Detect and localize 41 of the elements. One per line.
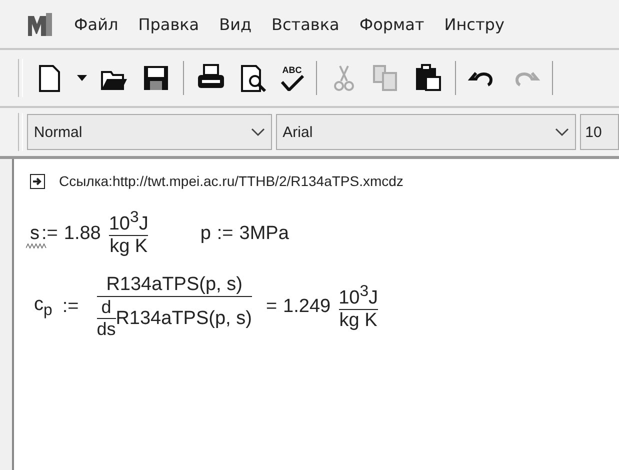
define-operator: :=: [42, 222, 58, 245]
derivative-numerator: d: [101, 297, 112, 318]
define-operator: :=: [62, 296, 79, 318]
menu-item[interactable]: Правка: [138, 14, 200, 34]
numeric-result: 1.249: [283, 296, 331, 318]
variable-name: p: [200, 222, 211, 245]
toolbar-button[interactable]: [413, 63, 443, 93]
caret-icon: [77, 75, 87, 81]
style-dropdown[interactable]: Normal: [26, 114, 272, 150]
new-menu-button[interactable]: [77, 75, 87, 81]
menu-item[interactable]: Вид: [219, 14, 252, 34]
variable-name: s: [30, 222, 40, 244]
font-size-dropdown[interactable]: 10: [580, 114, 619, 150]
chevron-icon: [250, 127, 265, 137]
derivative-denominator: ds: [96, 319, 116, 340]
unit-denominator: kg K: [110, 236, 148, 258]
font-dropdown[interactable]: Arial: [276, 114, 576, 150]
reference-link[interactable]: Ссылка:http://twt.mpei.ac.ru/TTHB/2/R134aTPS.xmcdz: [59, 173, 404, 189]
unit-numerator: 10$^{3}$J: [338, 282, 378, 309]
function-call: R134aTPS(p, s): [116, 308, 252, 330]
unit-denominator: kg K: [339, 310, 378, 332]
menu-item[interactable]: Формат: [359, 14, 424, 34]
magnifier-document-icon: [238, 63, 268, 93]
menu-item[interactable]: Файл: [74, 14, 118, 34]
menu-item[interactable]: Инстру: [444, 14, 504, 34]
arrow-box-icon: [30, 174, 45, 188]
equals-sign: =: [266, 296, 278, 318]
function-call: R134aTPS(p, s): [106, 274, 242, 296]
app-logo-icon[interactable]: [26, 10, 54, 38]
toolbar-button[interactable]: ABC: [280, 66, 304, 90]
menu-item[interactable]: Вставка: [272, 14, 340, 34]
numeric-value: 3MPa: [239, 222, 289, 245]
define-operator: :=: [216, 222, 234, 245]
clipboard-icon: [413, 63, 443, 93]
chevron-icon: [555, 127, 570, 137]
toolbar-button[interactable]: [238, 63, 268, 93]
numeric-value: 1.88: [64, 222, 101, 245]
toolbar-button[interactable]: [141, 63, 171, 93]
unit-numerator: 10$^{3}$J: [108, 209, 148, 236]
checkmark-icon: [280, 74, 304, 90]
variable-name: c$_{p}$: [34, 294, 52, 320]
